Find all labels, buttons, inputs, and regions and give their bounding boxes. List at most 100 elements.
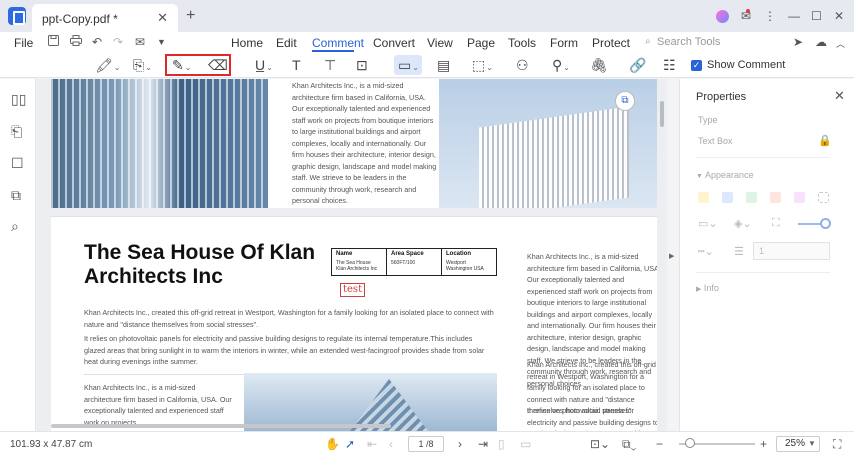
zoom-slider-knob[interactable] — [685, 438, 695, 448]
page-number-input[interactable]: 1 /8 — [408, 436, 444, 452]
new-tab-icon[interactable]: + — [186, 7, 195, 25]
comments-panel-icon[interactable]: ☐ — [11, 155, 24, 172]
document-tab[interactable]: ppt-Copy.pdf * ✕ — [32, 4, 178, 32]
next-page-icon[interactable]: › — [458, 437, 462, 451]
vertical-scrollbar[interactable] — [657, 79, 667, 431]
expand-right-panel-icon[interactable]: ▶ — [669, 252, 674, 260]
stamp-tool-icon[interactable]: ⎘⌄ — [133, 57, 152, 74]
attachments-icon[interactable]: ⧉ — [11, 187, 21, 204]
test-annotation[interactable]: test — [340, 283, 366, 297]
info-table: Name The Sea House Klan Architects Inc A… — [331, 248, 497, 276]
print-icon[interactable] — [70, 35, 82, 49]
search-panel-icon[interactable]: ⌕ — [11, 218, 19, 235]
redo-icon[interactable]: ↷ — [113, 35, 123, 49]
app-logo — [8, 7, 26, 25]
vertical-scroll-thumb[interactable] — [660, 101, 664, 127]
search-tools-input[interactable]: Search Tools — [657, 36, 720, 48]
tab-tools[interactable]: Tools — [508, 36, 536, 50]
text-box-tool-icon[interactable]: ⊤ — [324, 57, 336, 74]
tab-page[interactable]: Page — [467, 36, 495, 50]
hand-tool-icon[interactable]: ✋ — [325, 437, 340, 451]
show-comment-toggle[interactable]: ✓ Show Comment — [691, 59, 785, 71]
collapse-ribbon-icon[interactable]: ︿ — [836, 37, 845, 50]
line-style-icon[interactable]: ┅⌄ — [698, 245, 714, 258]
opacity-icon[interactable]: ⛶ — [772, 217, 780, 230]
color-swatch-purple[interactable] — [794, 192, 805, 203]
border-color-icon[interactable]: ▭⌄ — [698, 217, 718, 230]
customize-dropdown-icon[interactable]: ▼ — [157, 37, 166, 47]
prev-page-icon[interactable]: ‹ — [389, 437, 393, 451]
custom-color-icon[interactable] — [818, 192, 829, 203]
cloud-upload-icon[interactable]: ☁ — [815, 35, 827, 49]
type-value: Text Box — [698, 136, 733, 146]
color-swatch-yellow[interactable] — [698, 192, 709, 203]
signature-tool-icon[interactable]: ⚇ — [516, 57, 529, 74]
area-highlight-tool-icon[interactable]: ⬚⌄ — [472, 57, 493, 74]
info-toggle[interactable]: ▶ Info — [696, 283, 719, 293]
save-icon[interactable] — [48, 35, 59, 49]
tab-edit[interactable]: Edit — [276, 36, 297, 50]
text-callout-tool-icon[interactable]: ⊡ — [356, 57, 368, 74]
minimize-icon[interactable]: — — [788, 9, 800, 23]
attach-file-icon[interactable]: 🖇 — [590, 57, 608, 74]
tab-comment[interactable]: Comment — [312, 36, 364, 50]
horizontal-scroll-thumb[interactable] — [51, 424, 391, 428]
color-swatch-blue[interactable] — [722, 192, 733, 203]
sticky-note-tool-icon[interactable]: ▤ — [437, 57, 450, 74]
comment-toolbar: 🖍⌄ ⎘⌄ ✎⌄ ⌫ U̲⌄ T ⊤ ⊡ ▭⌄ ▤ ⬚⌄ ⚇ ⚲⌄ 🖇 🔗 ☷ … — [0, 52, 854, 78]
tab-form[interactable]: Form — [550, 36, 578, 50]
fill-color-icon[interactable]: ◈⌄ — [734, 217, 752, 230]
undo-icon[interactable]: ↶ — [92, 35, 102, 49]
tab-close-icon[interactable]: ✕ — [157, 10, 168, 26]
stamp-icon[interactable]: ⚲⌄ — [552, 57, 570, 74]
fit-page-icon[interactable]: ⊡⌄ — [590, 437, 610, 451]
show-comment-checkbox[interactable]: ✓ — [691, 59, 702, 71]
tab-title: ppt-Copy.pdf * — [42, 12, 118, 26]
appearance-toggle[interactable]: ▼ Appearance — [696, 170, 754, 180]
opacity-slider-knob[interactable] — [820, 218, 831, 229]
underline-tool-icon[interactable]: U̲⌄ — [255, 57, 273, 73]
image-tool-badge-icon[interactable]: ⧉ — [615, 91, 635, 111]
close-properties-icon[interactable]: ✕ — [834, 88, 845, 104]
zoom-in-icon[interactable]: + — [760, 437, 767, 451]
tab-protect[interactable]: Protect — [592, 36, 630, 50]
line-width-icon[interactable]: ☰ — [734, 245, 744, 258]
fullscreen-icon[interactable]: ⛶ — [833, 437, 841, 452]
link-icon[interactable]: 🔗 — [629, 57, 646, 74]
menu-file[interactable]: File — [14, 36, 33, 50]
highlight-tool-icon[interactable]: 🖍⌄ — [95, 57, 120, 74]
comment-list-icon[interactable]: ☷ — [663, 57, 676, 74]
color-swatch-red[interactable] — [770, 192, 781, 203]
title-bar: ppt-Copy.pdf * ✕ + ✉ ⋮ — ☐ ✕ — [0, 0, 854, 32]
color-swatch-green[interactable] — [746, 192, 757, 203]
select-tool-icon[interactable]: ➚ — [345, 437, 355, 451]
divider — [696, 272, 830, 273]
avatar[interactable] — [716, 10, 729, 23]
single-page-icon[interactable]: ▯ — [498, 437, 505, 451]
thumbnails-icon[interactable]: ▯▯ — [11, 91, 26, 108]
info-value: Westport Washington USA — [446, 260, 484, 272]
line-width-input[interactable]: 1 — [753, 242, 830, 260]
text-tool-icon[interactable]: T — [292, 57, 301, 73]
document-viewport[interactable]: Khan Architects Inc., is a mid-sized arc… — [37, 79, 667, 431]
mail-icon[interactable]: ✉ — [135, 35, 145, 49]
lock-icon[interactable]: 🔒 — [818, 134, 832, 147]
first-page-icon[interactable]: ⇤ — [367, 437, 377, 451]
rectangle-tool-icon[interactable]: ▭⌄ — [398, 57, 419, 74]
last-page-icon[interactable]: ⇥ — [478, 437, 488, 451]
more-menu-icon[interactable]: ⋮ — [764, 9, 776, 23]
tab-view[interactable]: View — [427, 36, 453, 50]
close-window-icon[interactable]: ✕ — [834, 9, 844, 23]
type-label: Type — [698, 115, 718, 125]
tab-home[interactable]: Home — [231, 36, 263, 50]
share-icon[interactable]: ➤ — [793, 35, 803, 49]
zoom-dropdown-icon[interactable]: ▼ — [808, 436, 816, 452]
bookmark-icon[interactable]: ⎗ — [11, 123, 22, 140]
page-layout-icon[interactable]: ⧉⌄ — [622, 437, 636, 452]
divider — [84, 374, 244, 375]
continuous-page-icon[interactable]: ▭ — [520, 437, 531, 451]
restore-icon[interactable]: ☐ — [811, 9, 822, 23]
tab-convert[interactable]: Convert — [373, 36, 415, 50]
search-icon: ⌕ — [645, 36, 651, 47]
zoom-out-icon[interactable]: − — [656, 437, 663, 451]
